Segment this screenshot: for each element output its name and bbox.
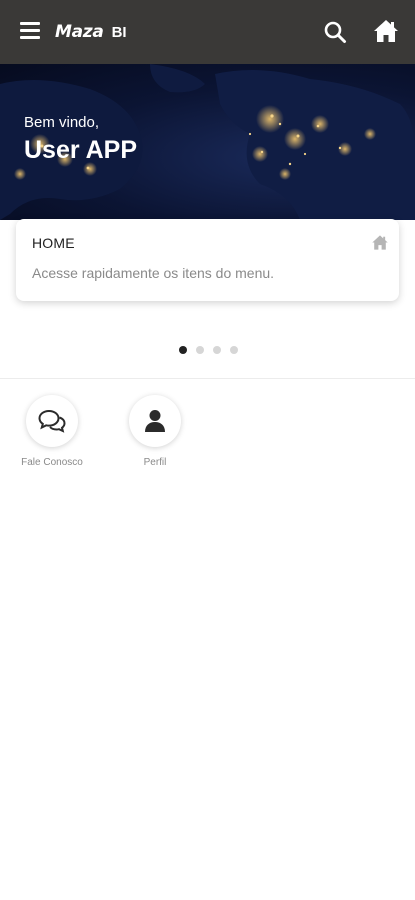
username-text: User APP — [24, 136, 138, 164]
carousel-dot[interactable] — [179, 346, 187, 354]
shortcut-perfil[interactable]: Perfil — [110, 395, 200, 468]
logo-main-text: Maza — [55, 22, 104, 42]
card-title: HOME — [32, 235, 75, 251]
shortcut-label: Perfil — [143, 457, 167, 468]
home-icon — [371, 234, 389, 251]
shortcut-circle[interactable] — [26, 395, 78, 447]
card-subtitle: Acesse rapidamente os itens do menu. — [32, 265, 275, 281]
home-card: HOME Acesse rapidamente os itens do menu… — [16, 219, 399, 301]
carousel-pagination — [179, 346, 238, 354]
section-divider — [0, 378, 415, 379]
hamburger-menu-icon[interactable] — [20, 22, 40, 42]
chat-bubbles-icon — [38, 409, 66, 433]
app-bar: Maza BI — [0, 0, 415, 64]
search-icon[interactable] — [323, 20, 347, 44]
shortcut-circle[interactable] — [129, 395, 181, 447]
app-logo: Maza BI — [55, 22, 127, 42]
carousel-dot[interactable] — [230, 346, 238, 354]
shortcut-label: Fale Conosco — [21, 457, 83, 468]
carousel-dot[interactable] — [213, 346, 221, 354]
carousel-dot[interactable] — [196, 346, 204, 354]
user-icon — [145, 410, 165, 432]
hero-banner: Bem vindo, User APP — [0, 64, 415, 220]
welcome-text: Bem vindo, — [24, 114, 100, 131]
home-icon[interactable] — [372, 18, 400, 44]
shortcut-fale-conosco[interactable]: Fale Conosco — [7, 395, 97, 468]
logo-sub-text: BI — [111, 24, 127, 41]
